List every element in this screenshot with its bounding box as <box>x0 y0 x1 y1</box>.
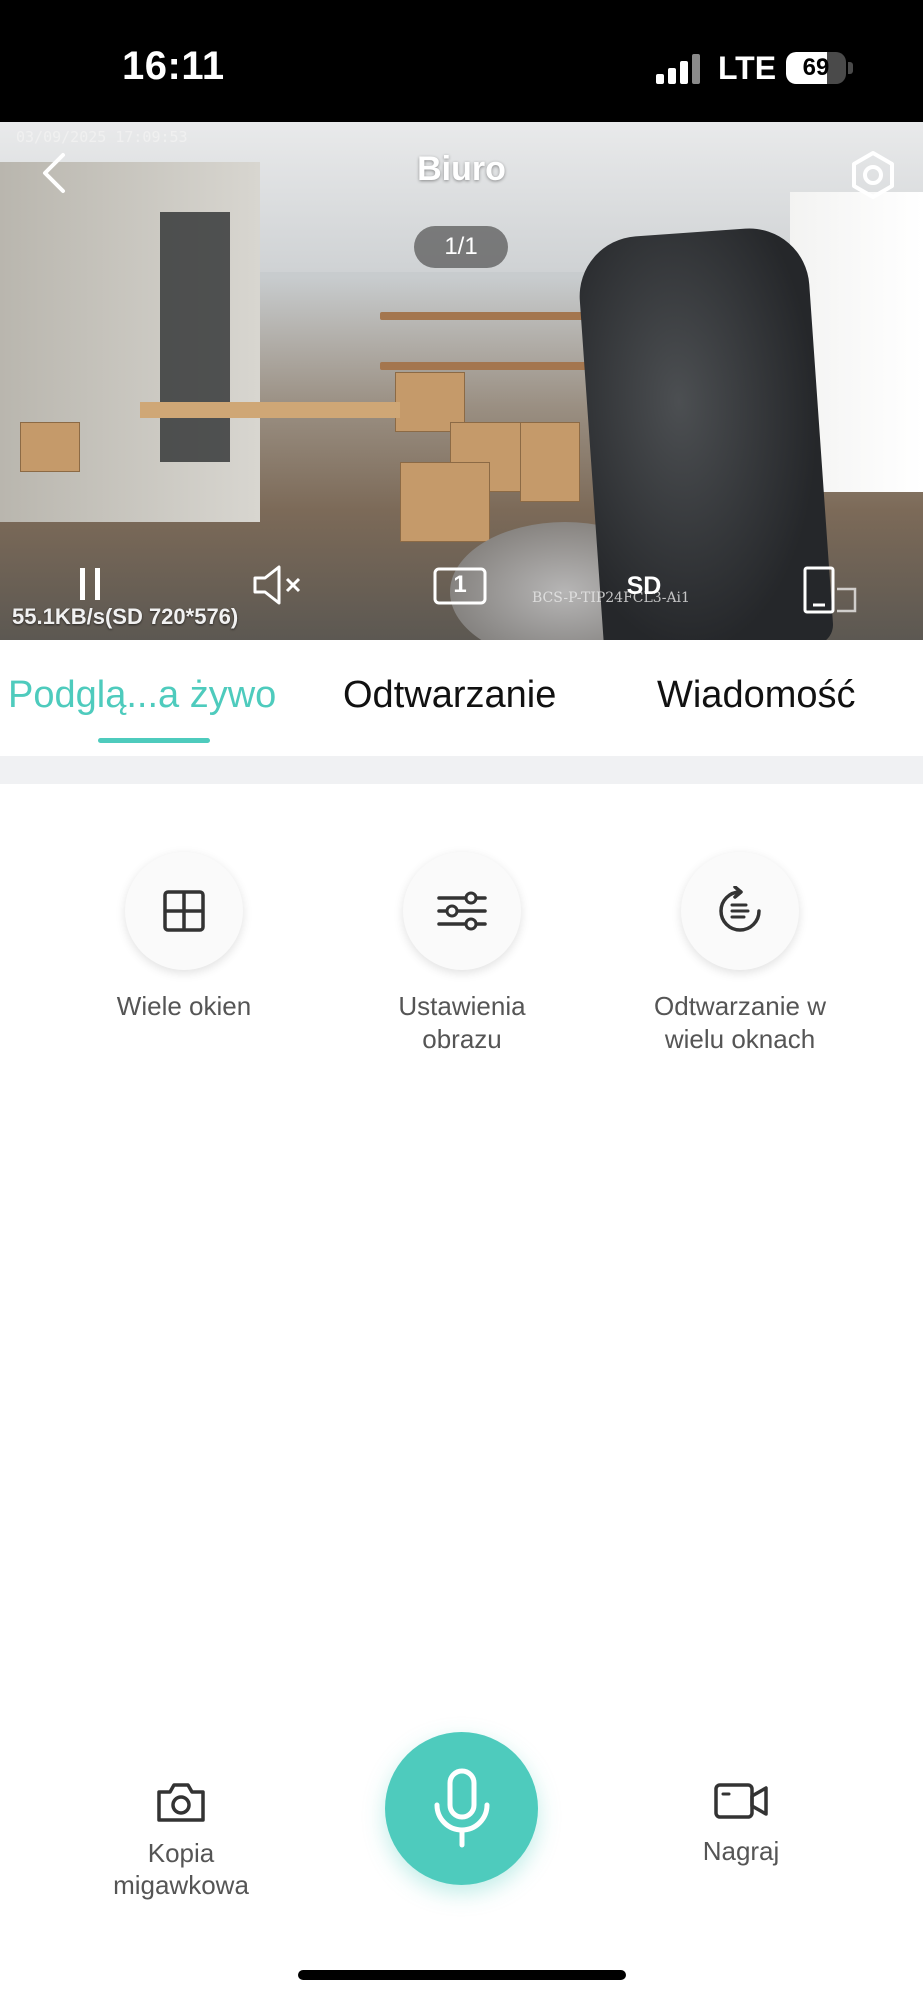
quality-button[interactable]: SD <box>620 568 668 604</box>
multi-window-playback-button[interactable]: Odtwarzanie w wielu oknach <box>600 852 880 1056</box>
live-video[interactable]: 03/09/2025 17:09:53 BCS-P-TIP24FCL3-Ai1 … <box>0 122 923 640</box>
multi-window-playback-label: Odtwarzanie w wielu oknach <box>600 990 880 1056</box>
video-camera-icon <box>714 1783 768 1819</box>
status-bar: 16:11 LTE 69 <box>0 0 923 122</box>
image-settings-button[interactable]: Ustawienia obrazu <box>322 852 602 1056</box>
fullscreen-icon <box>803 566 857 614</box>
snapshot-label-line1: Kopia <box>147 1838 215 1868</box>
tab-playback[interactable]: Odtwarzanie <box>343 674 556 717</box>
back-button[interactable] <box>30 146 78 200</box>
video-box <box>520 422 580 502</box>
signal-icon <box>656 54 702 84</box>
image-settings-label-line2: obrazu <box>422 1024 502 1054</box>
video-chair <box>575 224 835 640</box>
record-label: Nagraj <box>702 1836 780 1866</box>
multi-window-button[interactable]: Wiele okien <box>44 852 324 1023</box>
pause-button[interactable] <box>70 562 110 606</box>
multi-window-playback-label-line1: Odtwarzanie w <box>654 991 826 1021</box>
microphone-icon <box>434 1768 489 1847</box>
camera-title: Biuro <box>417 150 506 188</box>
snapshot-button[interactable]: Kopia migawkowa <box>86 1780 276 1901</box>
replay-icon <box>719 886 761 932</box>
sliders-icon <box>437 891 487 931</box>
settings-icon <box>852 151 894 199</box>
multi-window-playback-label-line2: wielu oknach <box>664 1024 816 1054</box>
channel-number: 1 <box>453 571 467 598</box>
mute-icon <box>253 565 301 605</box>
channel-button[interactable]: 1 <box>432 566 488 606</box>
tab-messages[interactable]: Wiadomość <box>657 674 856 717</box>
fullscreen-button[interactable] <box>800 564 860 616</box>
snapshot-label: Kopia migawkowa <box>86 1837 276 1901</box>
record-button[interactable]: Nagraj <box>648 1780 834 1867</box>
battery-tip <box>848 62 853 74</box>
image-settings-label-line1: Ustawienia <box>398 991 526 1021</box>
active-tab-indicator <box>98 738 210 743</box>
video-box <box>20 422 80 472</box>
status-time: 16:11 <box>122 44 225 88</box>
back-icon <box>43 153 65 193</box>
settings-button[interactable] <box>846 148 900 202</box>
battery-icon: 69 <box>786 52 846 84</box>
snapshot-label-line2: migawkowa <box>113 1870 249 1900</box>
talk-button[interactable] <box>385 1732 538 1885</box>
grid-icon <box>163 890 205 932</box>
home-indicator[interactable] <box>298 1970 626 1980</box>
battery-percent: 69 <box>802 54 830 81</box>
multi-window-circle <box>125 852 243 970</box>
video-box <box>400 462 490 542</box>
camera-icon <box>157 1783 205 1822</box>
tab-live-view[interactable]: Podglą...a żywo <box>8 674 276 717</box>
bitrate-readout: 55.1KB/s(SD 720*576) <box>12 604 239 629</box>
tab-bar: Podglą...a żywo Odtwarzanie Wiadomość <box>0 640 923 756</box>
image-settings-circle <box>403 852 521 970</box>
video-door <box>160 212 230 462</box>
multi-window-playback-circle <box>681 852 799 970</box>
image-settings-label: Ustawienia obrazu <box>322 990 602 1056</box>
video-desk <box>140 402 400 418</box>
network-type: LTE <box>718 50 777 86</box>
mute-button[interactable] <box>248 562 306 608</box>
pause-icon <box>80 568 100 600</box>
section-separator <box>0 756 923 784</box>
multi-window-label: Wiele okien <box>116 991 252 1021</box>
video-timestamp: 03/09/2025 17:09:53 <box>16 128 188 146</box>
page-indicator: 1/1 <box>414 226 508 268</box>
